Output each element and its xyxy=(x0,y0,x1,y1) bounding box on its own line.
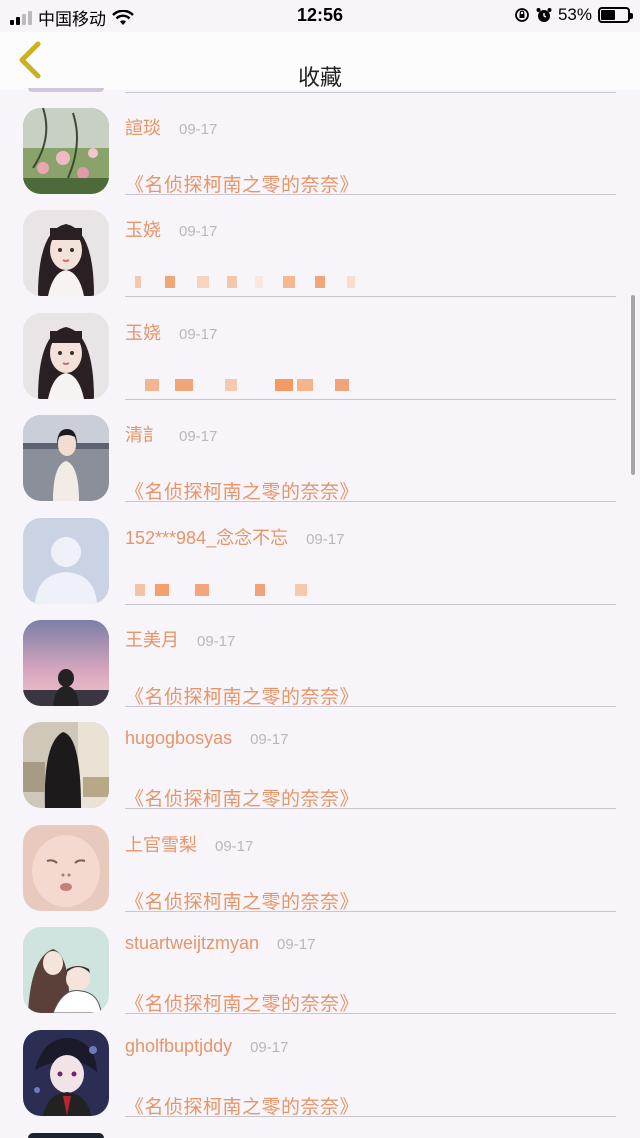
battery-icon xyxy=(598,7,633,23)
list-item[interactable]: gholfbuptjddy 09-17 《名侦探柯南之零的奈奈》 xyxy=(0,1012,640,1118)
name-line: 玉娆 09-17 xyxy=(125,216,217,242)
list-item[interactable]: 152***984_念念不忘 09-17 xyxy=(0,500,640,605)
list-item[interactable]: 諠琰 09-17 《名侦探柯南之零的奈奈》 xyxy=(0,90,640,196)
item-date: 09-17 xyxy=(250,731,289,749)
name-line: 152***984_念念不忘 09-17 xyxy=(125,524,344,550)
user-name[interactable]: 玉娆 xyxy=(125,216,161,242)
user-name[interactable]: 諠琰 xyxy=(125,114,161,140)
avatar[interactable] xyxy=(23,620,109,706)
avatar[interactable] xyxy=(23,312,109,399)
partial-avatar-bottom xyxy=(28,1133,104,1138)
user-name[interactable]: stuartweijtzmyan xyxy=(125,933,259,954)
name-line: gholfbuptjddy 09-17 xyxy=(125,1036,288,1057)
name-line: 上官雪梨 09-17 xyxy=(125,831,253,857)
avatar[interactable] xyxy=(23,1029,109,1116)
avatar[interactable] xyxy=(23,927,109,1014)
list-item[interactable]: 玉娆 09-17 xyxy=(0,295,640,400)
name-line: 清訁 09-17 xyxy=(125,421,217,447)
avatar[interactable] xyxy=(23,722,109,809)
user-name[interactable]: 玉娆 xyxy=(125,319,161,345)
list-item[interactable]: 上官雪梨 09-17 《名侦探柯南之零的奈奈》 xyxy=(0,807,640,913)
redacted-content xyxy=(125,583,385,598)
item-date: 09-17 xyxy=(215,837,254,855)
item-date: 09-17 xyxy=(179,223,218,241)
battery-percent: 53% xyxy=(557,5,592,24)
list-item[interactable]: 清訁 09-17 《名侦探柯南之零的奈奈》 xyxy=(0,397,640,503)
avatar[interactable] xyxy=(23,824,109,911)
item-date: 09-17 xyxy=(179,121,218,138)
name-line: stuartweijtzmyan 09-17 xyxy=(125,933,315,954)
redacted-content xyxy=(125,276,385,290)
avatar[interactable] xyxy=(23,210,109,297)
alarm-icon xyxy=(536,8,552,22)
list-item[interactable]: stuartweijtzmyan 09-17 《名侦探柯南之零的奈奈》 xyxy=(0,909,640,1015)
row-divider xyxy=(125,1115,616,1117)
name-line: hugogbosyas 09-17 xyxy=(125,728,288,749)
item-date: 09-17 xyxy=(197,633,236,650)
list-item[interactable]: hugogbosyas 09-17 《名侦探柯南之零的奈奈》 xyxy=(0,704,640,810)
redacted-content xyxy=(125,378,385,393)
item-date: 09-17 xyxy=(306,530,345,548)
user-name[interactable]: gholfbuptjddy xyxy=(125,1036,232,1057)
status-bar: 中国移动 12:56 53% xyxy=(0,0,640,32)
user-name[interactable]: hugogbosyas xyxy=(125,728,232,749)
user-name[interactable]: 王美月 xyxy=(125,626,179,652)
rotation-lock-icon xyxy=(515,8,529,22)
avatar[interactable] xyxy=(23,415,109,502)
battery-fill xyxy=(601,10,615,20)
item-date: 09-17 xyxy=(250,1038,289,1056)
status-right: 53% xyxy=(514,5,633,25)
item-date: 09-17 xyxy=(277,936,316,954)
avatar[interactable] xyxy=(23,108,109,194)
item-date: 09-17 xyxy=(179,428,218,446)
name-line: 玉娆 09-17 xyxy=(125,319,217,345)
item-content[interactable]: 《名侦探柯南之零的奈奈》 xyxy=(125,1092,359,1119)
user-name[interactable]: 上官雪梨 xyxy=(125,831,197,857)
avatar[interactable] xyxy=(23,517,109,604)
list-item[interactable]: 王美月 09-17 《名侦探柯南之零的奈奈》 xyxy=(0,602,640,708)
scrollbar[interactable] xyxy=(631,295,635,475)
list-item[interactable]: 玉娆 09-17 xyxy=(0,192,640,298)
user-name[interactable]: 清訁 xyxy=(125,421,161,447)
nav-bar: 收藏 xyxy=(0,32,640,90)
item-date: 09-17 xyxy=(179,325,218,343)
name-line: 諠琰 09-17 xyxy=(125,114,217,140)
user-name[interactable]: 152***984_念念不忘 xyxy=(125,524,288,550)
name-line: 王美月 09-17 xyxy=(125,626,235,652)
